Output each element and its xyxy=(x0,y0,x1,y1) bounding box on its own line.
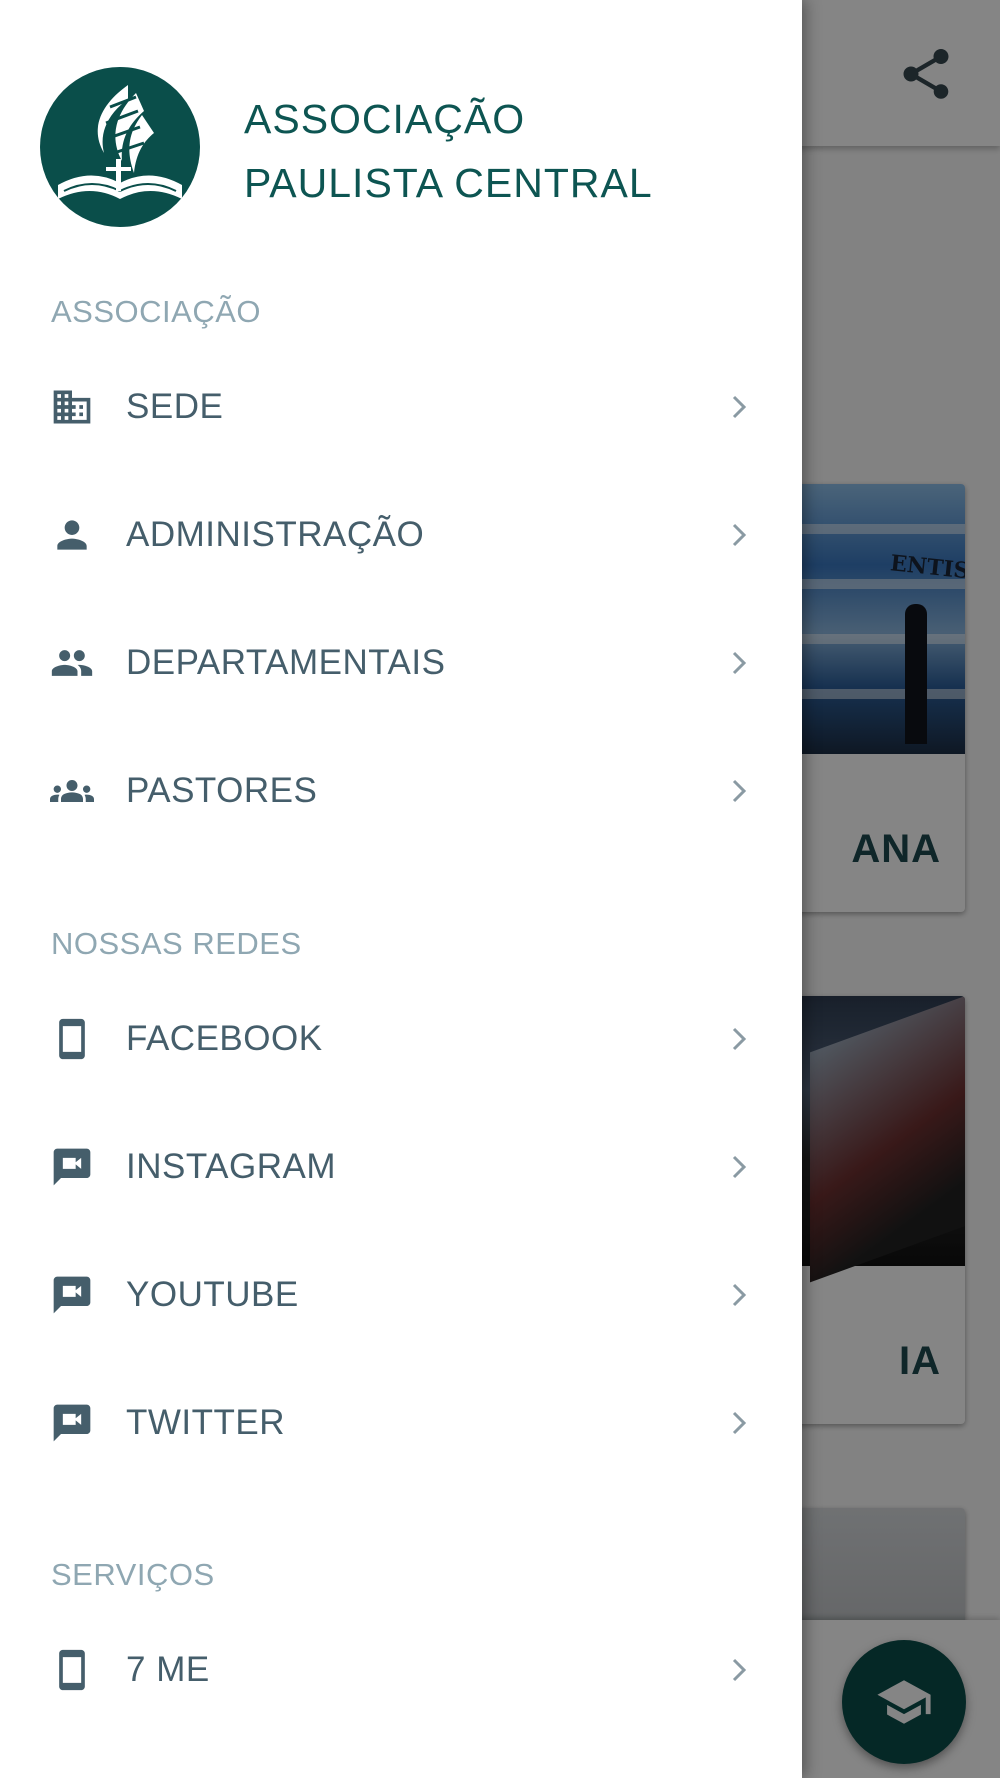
menu-item-label: INSTAGRAM xyxy=(126,1147,336,1186)
video-chat-icon xyxy=(50,1145,94,1189)
chevron-right-icon xyxy=(728,1277,752,1313)
chevron-right-icon xyxy=(728,773,752,809)
navigation-drawer: ASSOCIAÇÃO PAULISTA CENTRAL ASSOCIAÇÃO S… xyxy=(0,0,802,1778)
organization-name: ASSOCIAÇÃO PAULISTA CENTRAL xyxy=(244,87,653,215)
section-title-servicos: SERVIÇOS xyxy=(51,1557,215,1592)
organization-name-line2: PAULISTA CENTRAL xyxy=(244,160,653,206)
groups-icon xyxy=(50,769,94,813)
menu-item-instagram[interactable]: INSTAGRAM xyxy=(0,1107,802,1227)
video-chat-icon xyxy=(50,1401,94,1445)
smartphone-icon xyxy=(50,1648,94,1692)
menu-item-label: DEPARTAMENTAIS xyxy=(126,643,446,682)
people-icon xyxy=(50,641,94,685)
chevron-right-icon xyxy=(728,1405,752,1441)
menu-item-label: SEDE xyxy=(126,387,224,426)
menu-item-youtube[interactable]: YOUTUBE xyxy=(0,1235,802,1355)
menu-item-sede[interactable]: SEDE xyxy=(0,347,802,467)
menu-item-label: FACEBOOK xyxy=(126,1019,323,1058)
person-icon xyxy=(50,513,94,557)
church-logo xyxy=(40,67,200,227)
chevron-right-icon xyxy=(728,645,752,681)
smartphone-icon xyxy=(50,1017,94,1061)
video-chat-icon xyxy=(50,1273,94,1317)
menu-item-7me[interactable]: 7 ME xyxy=(0,1610,802,1730)
chevron-right-icon xyxy=(728,389,752,425)
chevron-right-icon xyxy=(728,517,752,553)
menu-item-twitter[interactable]: TWITTER xyxy=(0,1363,802,1483)
menu-item-label: TWITTER xyxy=(126,1403,286,1442)
menu-item-label: ADMINISTRAÇÃO xyxy=(126,515,425,554)
building-icon xyxy=(50,385,94,429)
menu-item-label: PASTORES xyxy=(126,771,318,810)
menu-item-partial[interactable] xyxy=(0,1738,802,1778)
menu-item-pastores[interactable]: PASTORES xyxy=(0,731,802,851)
chevron-right-icon xyxy=(728,1021,752,1057)
organization-name-line1: ASSOCIAÇÃO xyxy=(244,96,526,142)
menu-item-administracao[interactable]: ADMINISTRAÇÃO xyxy=(0,475,802,595)
menu-item-departamentais[interactable]: DEPARTAMENTAIS xyxy=(0,603,802,723)
menu-item-label: YOUTUBE xyxy=(126,1275,299,1314)
section-title-associacao: ASSOCIAÇÃO xyxy=(51,294,261,329)
section-title-nossas-redes: NOSSAS REDES xyxy=(51,926,302,961)
menu-item-facebook[interactable]: FACEBOOK xyxy=(0,979,802,1099)
chevron-right-icon xyxy=(728,1149,752,1185)
drawer-header: ASSOCIAÇÃO PAULISTA CENTRAL xyxy=(40,67,780,227)
menu-item-label: 7 ME xyxy=(126,1650,210,1689)
chevron-right-icon xyxy=(728,1652,752,1688)
app-root: ENTISTA ANA IA ASSOCIAÇÃO PAULISTA CENTR… xyxy=(0,0,1000,1778)
